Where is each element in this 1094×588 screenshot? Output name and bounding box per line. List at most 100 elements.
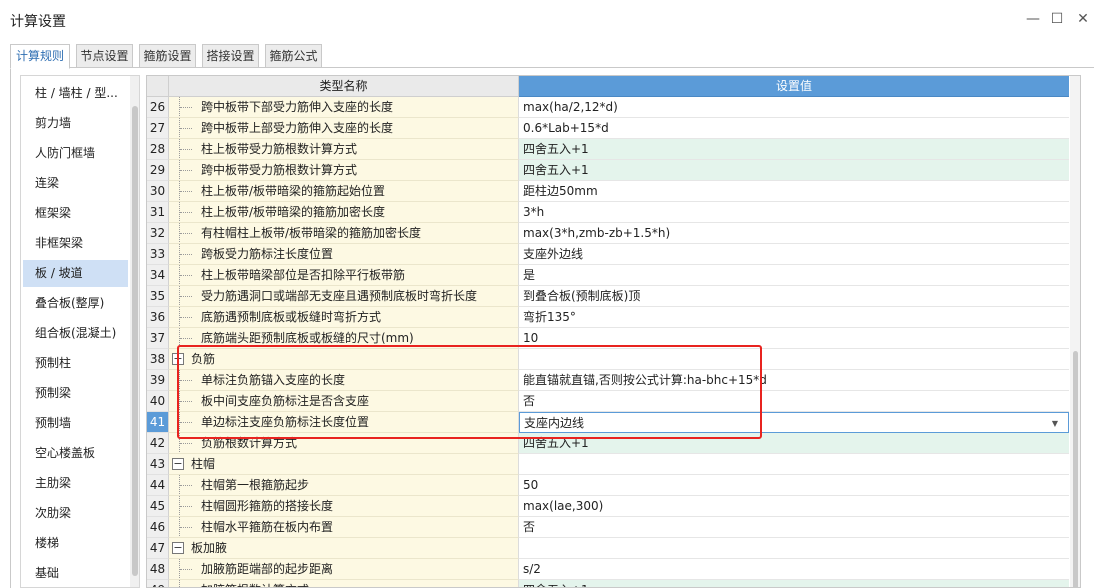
row-name-cell: 加腋筋距端部的起步距离 [169, 559, 519, 580]
table-row[interactable]: 40 板中间支座负筋标注是否含支座 否 [147, 391, 1069, 412]
row-value-cell[interactable]: 10 [519, 328, 1069, 349]
list-item-precast-beam[interactable]: 预制梁 [23, 380, 128, 407]
row-name: 柱帽水平箍筋在板内布置 [201, 520, 334, 534]
table-row[interactable]: 33 跨板受力筋标注长度位置 支座外边线 [147, 244, 1069, 265]
table-row[interactable]: 31 柱上板带/板带暗梁的箍筋加密长度 3*h [147, 202, 1069, 223]
list-item-slab-ramp[interactable]: 板 / 坡道 [23, 260, 128, 287]
tree-line [179, 307, 193, 327]
chevron-down-icon[interactable]: ▼ [1052, 413, 1058, 432]
window-title: 计算设置 [10, 14, 66, 30]
collapse-icon[interactable]: − [172, 458, 184, 470]
list-item-shear-wall[interactable]: 剪力墙 [23, 110, 128, 137]
tree-line [179, 202, 193, 222]
grid-scrollbar[interactable] [1070, 76, 1080, 587]
list-item-secondary-rib-beam[interactable]: 次肋梁 [23, 500, 128, 527]
collapse-icon[interactable]: − [172, 542, 184, 554]
table-row[interactable]: 49 加腋筋根数计算方式 四舍五入+1 [147, 580, 1069, 587]
table-row[interactable]: 44 柱帽第一根箍筋起步 50 [147, 475, 1069, 496]
table-row[interactable]: 48 加腋筋距端部的起步距离 s/2 [147, 559, 1069, 580]
row-value-cell[interactable]: 四舍五入+1 [519, 160, 1069, 181]
table-row[interactable]: 42 负筋根数计算方式 四舍五入+1 [147, 433, 1069, 454]
table-row-current[interactable]: 41 单边标注支座负筋标注长度位置 支座内边线 ▼ [147, 412, 1069, 433]
value-dropdown[interactable]: 支座内边线 ▼ [519, 412, 1069, 433]
tab-stirrup-settings[interactable]: 箍筋设置 [139, 44, 196, 68]
list-item-foundation[interactable]: 基础 [23, 560, 128, 587]
table-row[interactable]: 32 有柱帽柱上板带/板带暗梁的箍筋加密长度 max(3*h,zmb-zb+1.… [147, 223, 1069, 244]
list-item-non-frame-beam[interactable]: 非框架梁 [23, 230, 128, 257]
list-item-frame-beam[interactable]: 框架梁 [23, 200, 128, 227]
tab-lap-settings[interactable]: 搭接设置 [202, 44, 259, 68]
table-row[interactable]: 30 柱上板带/板带暗梁的箍筋起始位置 距柱边50mm [147, 181, 1069, 202]
list-item-column[interactable]: 柱 / 墙柱 / 型... [23, 80, 128, 107]
grid-scroll-thumb[interactable] [1073, 351, 1078, 587]
row-value-cell[interactable]: 否 [519, 517, 1069, 538]
row-name-cell: 跨中板带上部受力筋伸入支座的长度 [169, 118, 519, 139]
list-item-composite-slab-concrete[interactable]: 组合板(混凝土) [23, 320, 128, 347]
list-item-composite-slab-full[interactable]: 叠合板(整厚) [23, 290, 128, 317]
row-name-cell: 底筋端头距预制底板或板缝的尺寸(mm) [169, 328, 519, 349]
row-name: 加腋筋根数计算方式 [201, 580, 309, 587]
list-item-main-rib-beam[interactable]: 主肋梁 [23, 470, 128, 497]
tab-stirrup-formula[interactable]: 箍筋公式 [265, 44, 322, 68]
row-value-cell[interactable]: 四舍五入+1 [519, 433, 1069, 454]
table-row[interactable]: 36 底筋遇预制底板或板缝时弯折方式 弯折135° [147, 307, 1069, 328]
list-item-coupling-beam[interactable]: 连梁 [23, 170, 128, 197]
table-row[interactable]: 29 跨中板带受力筋根数计算方式 四舍五入+1 [147, 160, 1069, 181]
row-value-cell[interactable]: 能直锚就直锚,否则按公式计算:ha-bhc+15*d [519, 370, 1069, 391]
row-value-cell[interactable]: 是 [519, 265, 1069, 286]
tree-line [179, 160, 193, 180]
row-number: 45 [147, 496, 169, 517]
row-value-cell[interactable]: max(3*h,zmb-zb+1.5*h) [519, 223, 1069, 244]
list-item-civil-defense-door-wall[interactable]: 人防门框墙 [23, 140, 128, 167]
maximize-icon[interactable]: ☐ [1048, 10, 1066, 28]
table-row[interactable]: 46 柱帽水平箍筋在板内布置 否 [147, 517, 1069, 538]
tree-line [179, 97, 193, 117]
row-value-cell[interactable]: 支座外边线 [519, 244, 1069, 265]
tab-node-settings[interactable]: 节点设置 [76, 44, 133, 68]
minimize-icon[interactable]: — [1024, 10, 1042, 28]
group-row-negative-rebar[interactable]: 38 − 负筋 [147, 349, 1069, 370]
left-list-scrollbar[interactable] [130, 76, 139, 587]
row-name-cell: 柱帽第一根箍筋起步 [169, 475, 519, 496]
row-name: 柱帽圆形箍筋的搭接长度 [201, 499, 334, 513]
collapse-icon[interactable]: − [172, 353, 184, 365]
row-value-cell[interactable]: 0.6*Lab+15*d [519, 118, 1069, 139]
tab-calc-rules[interactable]: 计算规则 [10, 44, 70, 69]
table-row[interactable]: 37 底筋端头距预制底板或板缝的尺寸(mm) 10 [147, 328, 1069, 349]
row-number: 32 [147, 223, 169, 244]
row-value-cell[interactable]: 3*h [519, 202, 1069, 223]
row-value-cell[interactable]: 50 [519, 475, 1069, 496]
table-row[interactable]: 34 柱上板带暗梁部位是否扣除平行板带筋 是 [147, 265, 1069, 286]
table-row[interactable]: 27 跨中板带上部受力筋伸入支座的长度 0.6*Lab+15*d [147, 118, 1069, 139]
left-list-scroll-thumb[interactable] [132, 106, 138, 576]
tree-line [179, 580, 193, 587]
group-row-slab-haunch[interactable]: 47 − 板加腋 [147, 538, 1069, 559]
tree-line [179, 370, 193, 390]
row-value-cell[interactable]: max(lae,300) [519, 496, 1069, 517]
list-item-precast-wall[interactable]: 预制墙 [23, 410, 128, 437]
row-number: 34 [147, 265, 169, 286]
row-value-cell[interactable]: s/2 [519, 559, 1069, 580]
row-name: 柱帽第一根箍筋起步 [201, 478, 310, 492]
table-row[interactable]: 39 单标注负筋锚入支座的长度 能直锚就直锚,否则按公式计算:ha-bhc+15… [147, 370, 1069, 391]
column-header-type-name[interactable]: 类型名称 [169, 76, 519, 97]
table-row[interactable]: 26 跨中板带下部受力筋伸入支座的长度 max(ha/2,12*d) [147, 97, 1069, 118]
row-value-cell[interactable]: 四舍五入+1 [519, 139, 1069, 160]
row-name: 底筋遇预制底板或板缝时弯折方式 [201, 310, 382, 324]
group-row-column-cap[interactable]: 43 − 柱帽 [147, 454, 1069, 475]
close-icon[interactable]: ✕ [1074, 10, 1092, 28]
table-row[interactable]: 45 柱帽圆形箍筋的搭接长度 max(lae,300) [147, 496, 1069, 517]
table-row[interactable]: 28 柱上板带受力筋根数计算方式 四舍五入+1 [147, 139, 1069, 160]
row-value-cell[interactable]: max(ha/2,12*d) [519, 97, 1069, 118]
row-value-cell[interactable]: 否 [519, 391, 1069, 412]
table-row[interactable]: 35 受力筋遇洞口或端部无支座且遇预制底板时弯折长度 到叠合板(预制底板)顶 [147, 286, 1069, 307]
grid-corner-header [147, 76, 169, 97]
row-value-cell[interactable]: 四舍五入+1 [519, 580, 1069, 587]
list-item-hollow-floor-slab[interactable]: 空心楼盖板 [23, 440, 128, 467]
list-item-stairs[interactable]: 楼梯 [23, 530, 128, 557]
row-value-cell[interactable]: 弯折135° [519, 307, 1069, 328]
list-item-precast-column[interactable]: 预制柱 [23, 350, 128, 377]
row-value-cell[interactable]: 到叠合板(预制底板)顶 [519, 286, 1069, 307]
column-header-setting-value[interactable]: 设置值 [519, 76, 1069, 97]
row-value-cell[interactable]: 距柱边50mm [519, 181, 1069, 202]
